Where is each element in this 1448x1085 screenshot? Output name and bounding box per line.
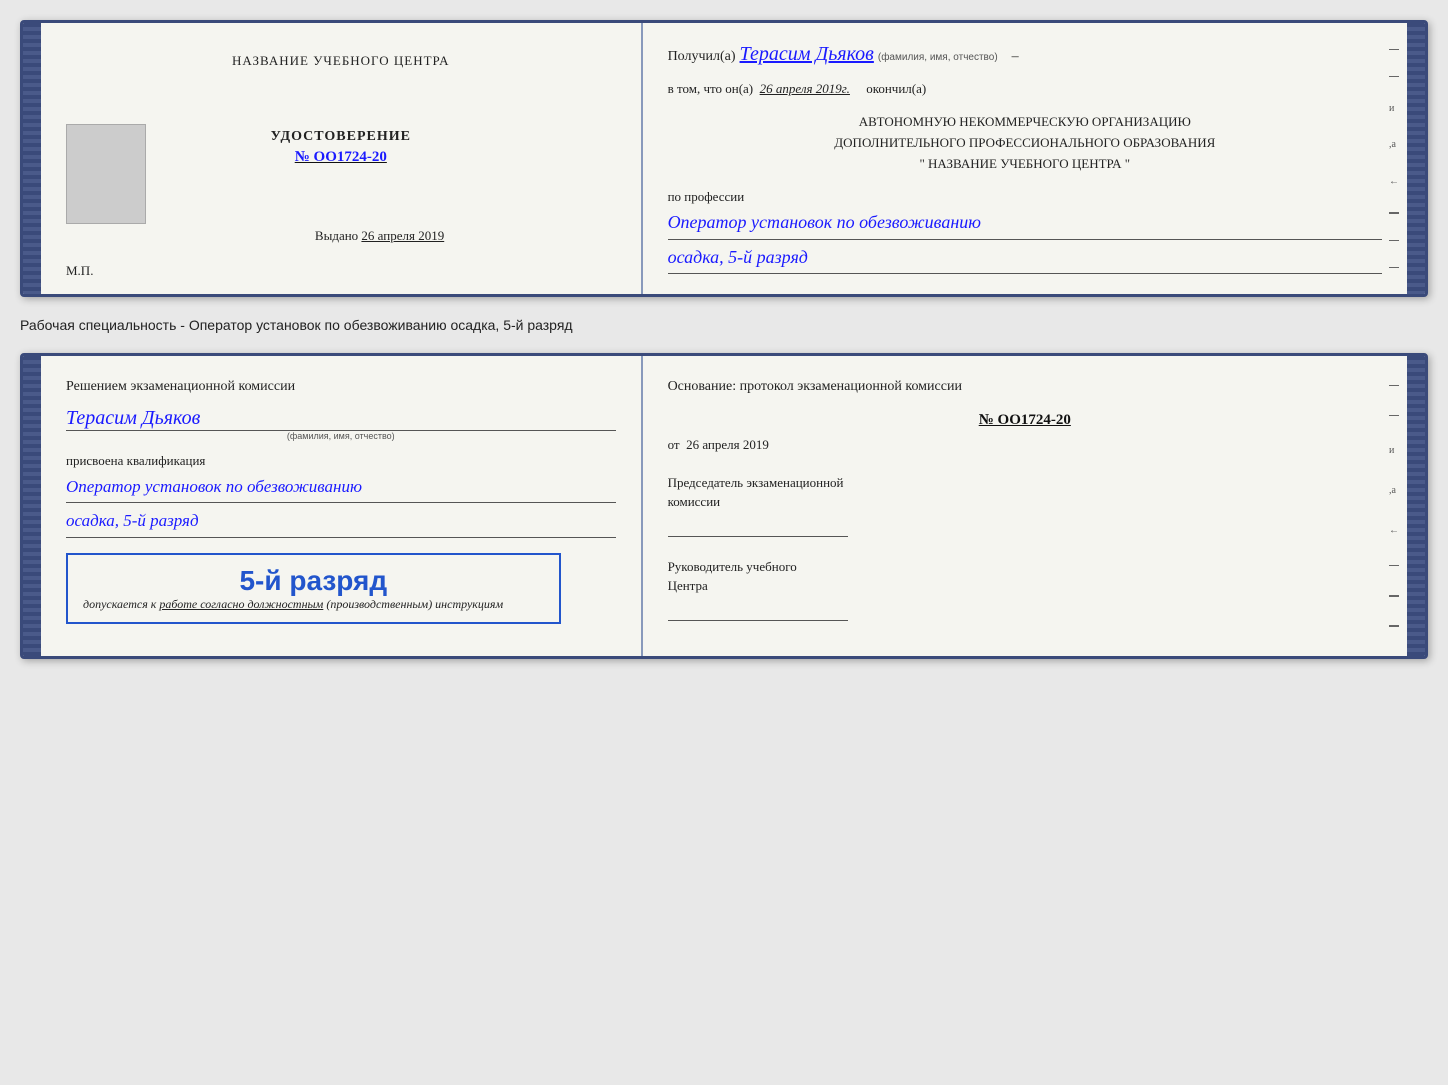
right-edge-dashes: и ,а ←: [1389, 23, 1399, 294]
auto-line1: АВТОНОМНУЮ НЕКОММЕРЧЕСКУЮ ОРГАНИЗАЦИЮ: [668, 112, 1382, 133]
auto-line2: ДОПОЛНИТЕЛЬНОГО ПРОФЕССИОНАЛЬНОГО ОБРАЗО…: [668, 133, 1382, 154]
doc-spine-right-top: [1407, 23, 1425, 294]
ot-date: от 26 апреля 2019: [668, 437, 1382, 453]
kvalif1-text: Оператор установок по обезвоживанию: [66, 477, 362, 496]
b-edge-3: [1389, 565, 1399, 567]
profession-line1: Оператор установок по обезвоживанию: [668, 210, 1382, 239]
edge-mark-5: [1389, 267, 1399, 269]
bottom-document-card: Решением экзаменационной комиссии Тераси…: [20, 353, 1428, 659]
edge-mark-arrow: ←: [1389, 176, 1399, 187]
profession-line2: осадка, 5-й разряд: [668, 245, 1382, 274]
rukovoditel-line2: Центра: [668, 578, 708, 593]
b-edge-i: и: [1389, 445, 1399, 456]
photo-placeholder: [66, 124, 146, 224]
rukovoditel-block: Руководитель учебного Центра: [668, 557, 1382, 621]
edge-mark-i: и: [1389, 103, 1399, 114]
dopusk-suffix: (производственным) инструкциям: [326, 597, 503, 611]
b-edge-arrow: ←: [1389, 525, 1399, 536]
ot-prefix: от: [668, 437, 680, 452]
dopusk-prefix: допускается к: [83, 597, 156, 611]
udostoverenie-block: УДОСТОВЕРЕНИЕ № OO1724-20: [66, 129, 616, 166]
dopusk-text: допускается к работе согласно должностны…: [83, 597, 544, 612]
poluchil-prefix: Получил(а): [668, 49, 736, 64]
vydano-line: Выдано 26 апреля 2019: [315, 228, 444, 244]
edge-mark-2: [1389, 76, 1399, 78]
prisvoena-text: присвоена квалификация: [66, 453, 616, 469]
rukovoditel-sig-line: [668, 601, 848, 621]
b-edge-1: [1389, 385, 1399, 387]
doc-spine-left: [23, 23, 41, 294]
prof2-text: осадка, 5-й разряд: [668, 247, 808, 267]
top-center-title: НАЗВАНИЕ УЧЕБНОГО ЦЕНТРА: [66, 53, 616, 69]
vtom-line: в том, что он(а) 26 апреля 2019г. окончи…: [668, 81, 1382, 97]
mp-label: М.П.: [66, 263, 93, 279]
b-edge-2: [1389, 415, 1399, 417]
rukovoditel-line1: Руководитель учебного: [668, 559, 797, 574]
kvalif2-text: осадка, 5-й разряд: [66, 511, 199, 530]
predsedatel-block: Председатель экзаменационной комиссии: [668, 473, 1382, 537]
stamp-box: 5-й разряд допускается к работе согласно…: [66, 553, 561, 624]
b-edge-5: [1389, 625, 1399, 627]
dash-top: –: [1012, 49, 1019, 64]
doc-spine-right-bottom: [1407, 356, 1425, 656]
proto-number: № OO1724-20: [668, 412, 1382, 429]
predsedatel-sig-line: [668, 517, 848, 537]
auto-block: АВТОНОМНУЮ НЕКОММЕРЧЕСКУЮ ОРГАНИЗАЦИЮ ДО…: [668, 112, 1382, 174]
bottom-right-edge-dashes: и ,а ←: [1389, 356, 1399, 656]
osnovanie-title: Основание: протокол экзаменационной коми…: [668, 376, 1382, 397]
top-card-left: НАЗВАНИЕ УЧЕБНОГО ЦЕНТРА УДОСТОВЕРЕНИЕ №…: [41, 23, 643, 294]
edge-mark-1: [1389, 49, 1399, 51]
vydano-date: 26 апреля 2019: [361, 228, 444, 243]
ot-date-value: 26 апреля 2019: [686, 437, 769, 452]
dopusk-underline: работе согласно должностным: [159, 597, 323, 611]
bottom-card-right: Основание: протокол экзаменационной коми…: [643, 356, 1407, 656]
top-card-right: Получил(а) Терасим Дьяков (фамилия, имя,…: [643, 23, 1407, 294]
number-value: № OO1724-20: [295, 149, 387, 165]
top-document-card: НАЗВАНИЕ УЧЕБНОГО ЦЕНТРА УДОСТОВЕРЕНИЕ №…: [20, 20, 1428, 297]
prof1-text: Оператор установок по обезвоживанию: [668, 212, 981, 232]
kvalif-line1: Оператор установок по обезвоживанию: [66, 474, 616, 504]
vtom-prefix: в том, что он(а): [668, 81, 754, 96]
bottom-name-handwritten: Терасим Дьяков: [66, 407, 616, 431]
edge-mark-3: [1389, 212, 1399, 214]
doc-spine-left-bottom: [23, 356, 41, 656]
okonchil-text: окончил(а): [866, 81, 926, 96]
b-edge-a: ,а: [1389, 485, 1399, 496]
kvalif-line2: осадка, 5-й разряд: [66, 508, 616, 538]
bottom-card-left: Решением экзаменационной комиссии Тераси…: [41, 356, 643, 656]
poluchil-row: Получил(а) Терасим Дьяков (фамилия, имя,…: [668, 43, 1382, 66]
caption-line: Рабочая специальность - Оператор установ…: [20, 315, 1428, 335]
predsedatel-line2: комиссии: [668, 494, 721, 509]
stamp-number: 5-й разряд: [83, 565, 544, 597]
vydano-label: Выдано: [315, 228, 358, 243]
number-line: № OO1724-20: [66, 149, 616, 166]
edge-mark-4: [1389, 240, 1399, 242]
recipient-name: Терасим Дьяков: [740, 43, 874, 65]
b-edge-4: [1389, 595, 1399, 597]
auto-line3: " НАЗВАНИЕ УЧЕБНОГО ЦЕНТРА ": [668, 154, 1382, 175]
vtom-date: 26 апреля 2019г.: [760, 81, 850, 96]
bottom-fio-label: (фамилия, имя, отчество): [66, 431, 616, 441]
resheniye-text: Решением экзаменационной комиссии: [66, 376, 616, 397]
udostoverenie-title: УДОСТОВЕРЕНИЕ: [66, 129, 616, 145]
po-professii-label: по профессии: [668, 189, 1382, 205]
fio-sublabel-top: (фамилия, имя, отчество): [878, 52, 998, 63]
predsedatel-line1: Председатель экзаменационной: [668, 475, 844, 490]
predsedatel-label: Председатель экзаменационной комиссии: [668, 473, 1382, 512]
rukovoditel-label: Руководитель учебного Центра: [668, 557, 1382, 596]
edge-mark-a: ,а: [1389, 139, 1399, 150]
